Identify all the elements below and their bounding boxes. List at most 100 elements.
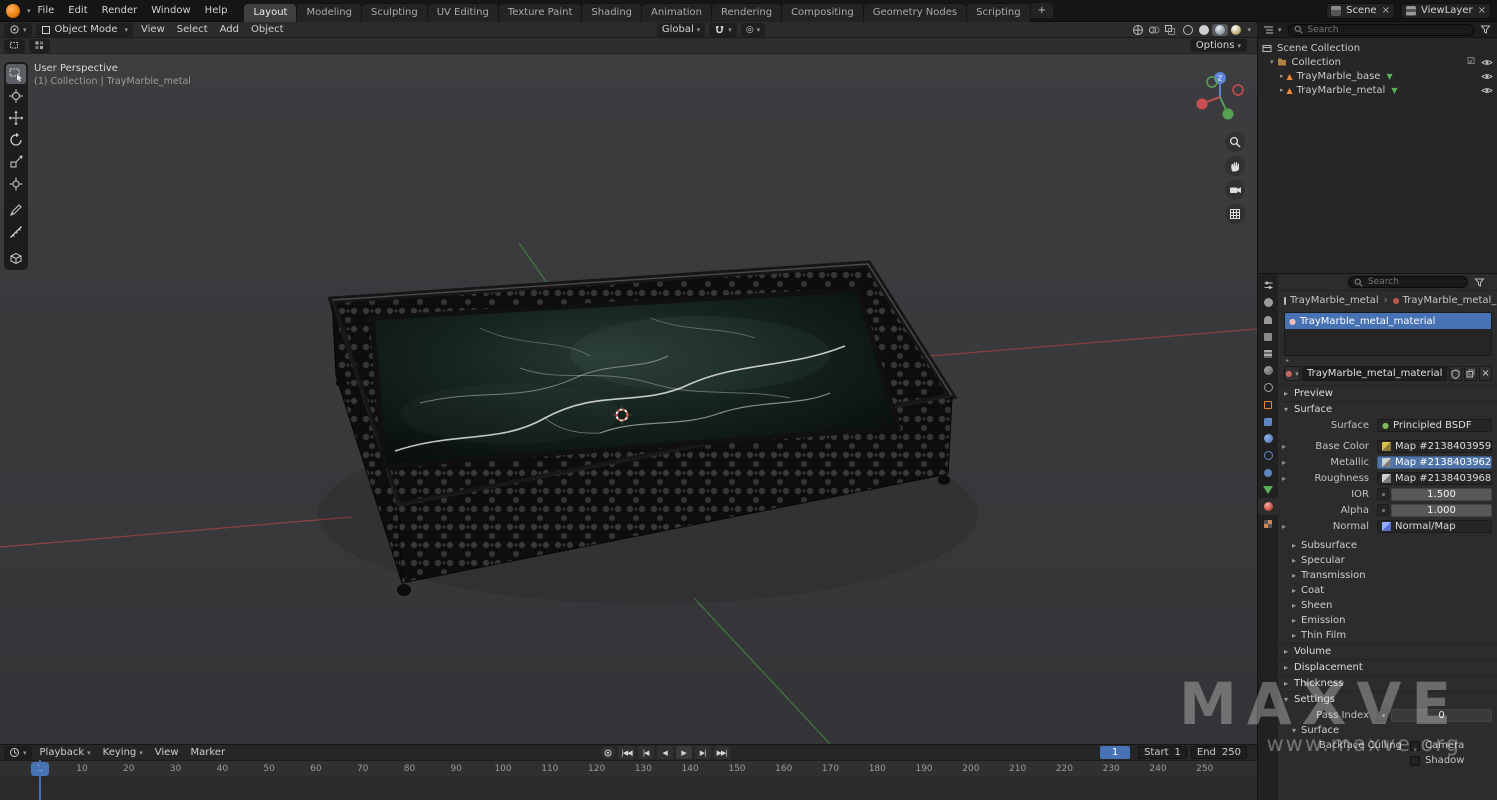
topbar-menu-item[interactable]: Edit xyxy=(61,0,94,22)
tab-modifiers[interactable] xyxy=(1258,413,1278,430)
properties-editor-icon[interactable] xyxy=(1258,277,1278,294)
tab-texture[interactable] xyxy=(1258,515,1278,532)
surface-shader-button[interactable]: ● Principled BSDF xyxy=(1377,419,1492,432)
settings-surface-subpanel[interactable]: ▾ Surface xyxy=(1278,723,1497,738)
new-material-button[interactable] xyxy=(1464,366,1477,381)
hide-object-eye-icon[interactable] xyxy=(1481,86,1493,95)
topbar-menu-item[interactable]: Help xyxy=(198,0,235,22)
viewport-menu-item[interactable]: Select xyxy=(171,24,214,35)
panel-thickness[interactable]: ▸ Thickness xyxy=(1278,675,1497,691)
list-resize-grip[interactable]: ▸ xyxy=(1278,356,1497,364)
tab-material[interactable] xyxy=(1258,498,1278,515)
workspace-tab[interactable]: Sculpting xyxy=(362,4,427,22)
panel-preview[interactable]: ▸ Preview xyxy=(1278,385,1497,401)
topbar-menu-item[interactable]: Render xyxy=(95,0,145,22)
expand-icon[interactable]: ▸ xyxy=(1282,474,1291,483)
collapsed-subpanel[interactable]: ▸ Thin Film xyxy=(1278,628,1497,643)
exclude-checkbox-icon[interactable]: ☑ xyxy=(1467,57,1475,67)
metallic-map-button[interactable]: Map #2138403962 xyxy=(1377,456,1492,469)
outliner-search-input[interactable] xyxy=(1306,24,1468,36)
workspace-tab[interactable]: Geometry Nodes xyxy=(864,4,966,22)
cursor-tool[interactable] xyxy=(6,86,26,106)
tool-options-button[interactable] xyxy=(29,39,50,53)
filter-icon[interactable] xyxy=(1480,24,1491,35)
workspace-tab[interactable]: Texture Paint xyxy=(499,4,582,22)
timeline-ruler[interactable]: 1020304050607080901001101201301401501601… xyxy=(0,761,1257,777)
show-overlays-icon[interactable] xyxy=(1148,24,1160,36)
jump-to-start-button[interactable]: |◀◀ xyxy=(618,746,634,759)
tab-output[interactable] xyxy=(1258,328,1278,345)
tab-render[interactable] xyxy=(1258,311,1278,328)
tab-tool[interactable] xyxy=(1258,294,1278,311)
auto-keyframe-button[interactable] xyxy=(601,746,615,759)
panel-surface[interactable]: ▾ Surface xyxy=(1278,401,1497,417)
workspace-tab[interactable]: Layout xyxy=(244,4,296,22)
workspace-tab[interactable]: Modeling xyxy=(297,4,361,22)
tab-object[interactable] xyxy=(1258,396,1278,413)
snap-toggle[interactable]: ▾ xyxy=(709,23,737,37)
expand-icon[interactable]: ▸ xyxy=(1280,72,1284,80)
collapsed-subpanel[interactable]: ▸ Subsurface xyxy=(1278,538,1497,553)
xray-toggle-icon[interactable] xyxy=(1164,24,1176,36)
tab-object-data[interactable] xyxy=(1258,481,1278,498)
viewport-menu-item[interactable]: View xyxy=(135,24,171,35)
jump-to-end-button[interactable]: ▶▶| xyxy=(714,746,730,759)
editor-type-button[interactable]: ▾ xyxy=(4,23,32,37)
hide-object-eye-icon[interactable] xyxy=(1481,72,1493,81)
transform-orientation-dropdown[interactable]: Global ▾ xyxy=(657,23,705,37)
next-keyframe-button[interactable]: ▶| xyxy=(695,746,711,759)
workspace-tab[interactable]: UV Editing xyxy=(428,4,498,22)
viewlayer-selector[interactable]: ViewLayer × xyxy=(1401,3,1491,19)
workspace-tab[interactable]: Scripting xyxy=(967,4,1029,22)
navigation-gizmo[interactable]: Z xyxy=(1193,70,1247,127)
viewport-menu-item[interactable]: Add xyxy=(214,24,245,35)
camera-view-button[interactable] xyxy=(1225,180,1245,200)
workspace-tab[interactable]: Animation xyxy=(642,4,711,22)
gizmo-y-axis[interactable] xyxy=(1223,109,1234,120)
end-frame-field[interactable]: End 250 xyxy=(1191,746,1247,759)
play-button[interactable]: ▶ xyxy=(676,746,692,759)
browse-material-button[interactable]: ● ▾ xyxy=(1284,366,1300,381)
workspace-tab[interactable]: Shading xyxy=(582,4,641,22)
panel-displacement[interactable]: ▸ Displacement xyxy=(1278,659,1497,675)
outliner-search[interactable] xyxy=(1288,24,1474,36)
hide-collection-eye-icon[interactable] xyxy=(1481,58,1493,67)
shading-material-button[interactable] xyxy=(1212,24,1228,36)
normal-map-button[interactable]: Normal/Map xyxy=(1377,520,1492,533)
collection-row[interactable]: ▾ Collection ☑ xyxy=(1258,55,1497,69)
keying-menu[interactable]: Keying▾ xyxy=(97,747,149,758)
breadcrumb-material[interactable]: TrayMarble_metal_material xyxy=(1403,295,1497,306)
workspace-tab[interactable]: Rendering xyxy=(712,4,781,22)
scene-selector[interactable]: Scene × xyxy=(1326,3,1395,19)
animate-decorator-icon[interactable] xyxy=(1377,709,1389,721)
animate-decorator-icon[interactable] xyxy=(1377,504,1389,516)
expand-icon[interactable]: ▸ xyxy=(1282,442,1291,451)
current-frame-field[interactable]: 1 xyxy=(1100,746,1130,759)
backface-camera-checkbox[interactable] xyxy=(1410,741,1420,751)
breadcrumb-object[interactable]: TrayMarble_metal xyxy=(1290,295,1379,306)
add-cube-tool[interactable] xyxy=(6,248,26,268)
mode-dropdown[interactable]: Object Mode ▾ xyxy=(36,23,134,37)
collapsed-subpanel[interactable]: ▸ Specular xyxy=(1278,553,1497,568)
proportional-edit-toggle[interactable]: ◎ ▾ xyxy=(741,23,765,37)
shading-rendered-button[interactable] xyxy=(1228,24,1244,36)
tab-view-layer[interactable] xyxy=(1258,345,1278,362)
zoom-button[interactable] xyxy=(1225,132,1245,152)
properties-search-input[interactable] xyxy=(1366,276,1462,288)
backface-shadow-checkbox[interactable] xyxy=(1410,756,1420,766)
outliner-object-row[interactable]: ▸ ▲ TrayMarble_base ▼ xyxy=(1258,69,1497,83)
fake-user-button[interactable] xyxy=(1449,366,1462,381)
viewport-3d[interactable]: User Perspective (1) Collection | TrayMa… xyxy=(0,54,1257,744)
roughness-map-button[interactable]: Map #2138403968 xyxy=(1377,472,1492,485)
expand-icon[interactable]: ▸ xyxy=(1282,522,1291,531)
panel-volume[interactable]: ▸ Volume xyxy=(1278,643,1497,659)
alpha-field[interactable]: 1.000 xyxy=(1391,504,1492,517)
scale-tool[interactable] xyxy=(6,152,26,172)
transform-tool[interactable] xyxy=(6,174,26,194)
timeline-editor-type-button[interactable]: ▾ xyxy=(4,746,32,760)
gizmo-x-neg-axis[interactable] xyxy=(1233,85,1243,95)
gizmo-y-neg-axis[interactable] xyxy=(1207,77,1217,87)
animate-decorator-icon[interactable] xyxy=(1377,488,1389,500)
outliner-editor-icon[interactable] xyxy=(1262,24,1275,36)
collapsed-subpanel[interactable]: ▸ Transmission xyxy=(1278,568,1497,583)
